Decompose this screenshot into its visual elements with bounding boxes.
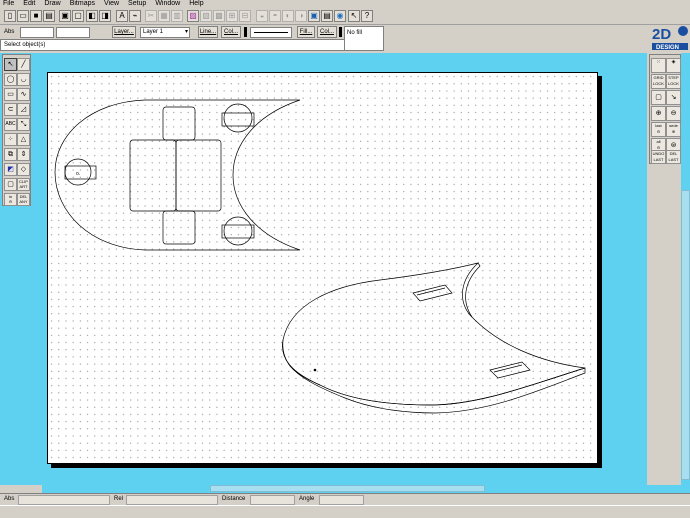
part-3d-slot-top [412,284,453,302]
horizontal-scroll-thumb[interactable] [210,485,485,492]
angle-status-value [319,495,364,505]
part-cutout-bottom [162,210,196,245]
last2-label: LAST [653,157,664,162]
del2-label: DEL [669,151,678,156]
last-label: last [655,123,662,128]
part-cutout-right [175,139,222,212]
grid-label: GRID [653,75,664,80]
undo-label: UNDO [652,151,665,156]
status-bar: Abs Rel Distance Angle [0,493,690,505]
pan-icon[interactable]: ↘ [666,90,681,105]
drawing-layer: o. [54,99,586,414]
part-outline [54,99,301,251]
angle-status-label: Angle [299,496,315,502]
undo-last-button[interactable]: UNDO LAST [651,150,666,164]
lock2-label: LOCK [668,81,679,86]
abs-status-value [18,495,110,505]
part-3d-edge-top [465,262,481,318]
zoom-sede-button[interactable]: sede ⊕ [666,122,681,137]
eraser-icon[interactable]: ◈ [666,58,681,73]
vertical-scroll-thumb[interactable] [681,190,690,480]
rel-status-label: Rel [114,496,124,502]
part-slot-top [221,112,255,127]
part-slot-left [64,165,97,180]
part-3d-edge [282,339,586,414]
distance-status-label: Distance [222,496,246,502]
last3-label: LAST [668,157,679,162]
part-3d-hole [313,368,317,372]
part-3d-slot-bottom-inner [493,364,523,373]
step-label: STEP [668,75,679,80]
zoom-out-icon[interactable]: ⊖ [666,106,681,121]
sede-label: sede [669,123,678,128]
zoom-last-button[interactable]: last ⊖ [651,122,666,137]
lock-label: LOCK [653,81,664,86]
part-cutout-top [162,106,196,141]
part-3d-top-face [282,262,586,406]
part-cutout-left [129,139,177,212]
del-last-button[interactable]: DEL LAST [666,150,681,164]
zoom-box-icon[interactable]: ▢ [651,90,666,105]
rel-status-value [126,495,218,505]
right-tool-palette: ⁙ ◈ GRID LOCK STEP LOCK ▢ ↘ ⊕ ⊖ last ⊖ sede… [649,54,681,164]
part-3d-slot-bottom [489,361,531,379]
all-label: all [656,139,661,144]
part-hole-bottom [223,216,253,246]
zoom-in-icon[interactable]: ⊕ [651,106,666,121]
hole-label: o. [76,171,80,177]
part-slot-bottom [221,224,255,239]
step-lock-button[interactable]: STEP LOCK [666,74,681,89]
part-3d-slot-top-inner [416,287,446,296]
abs-status-label: Abs [4,496,15,502]
grid-dots-icon[interactable]: ⁙ [651,58,666,73]
bottom-strip [0,505,690,518]
part-hole-top [223,103,253,133]
grid-lock-button[interactable]: GRID LOCK [651,74,666,89]
distance-status-value [250,495,295,505]
